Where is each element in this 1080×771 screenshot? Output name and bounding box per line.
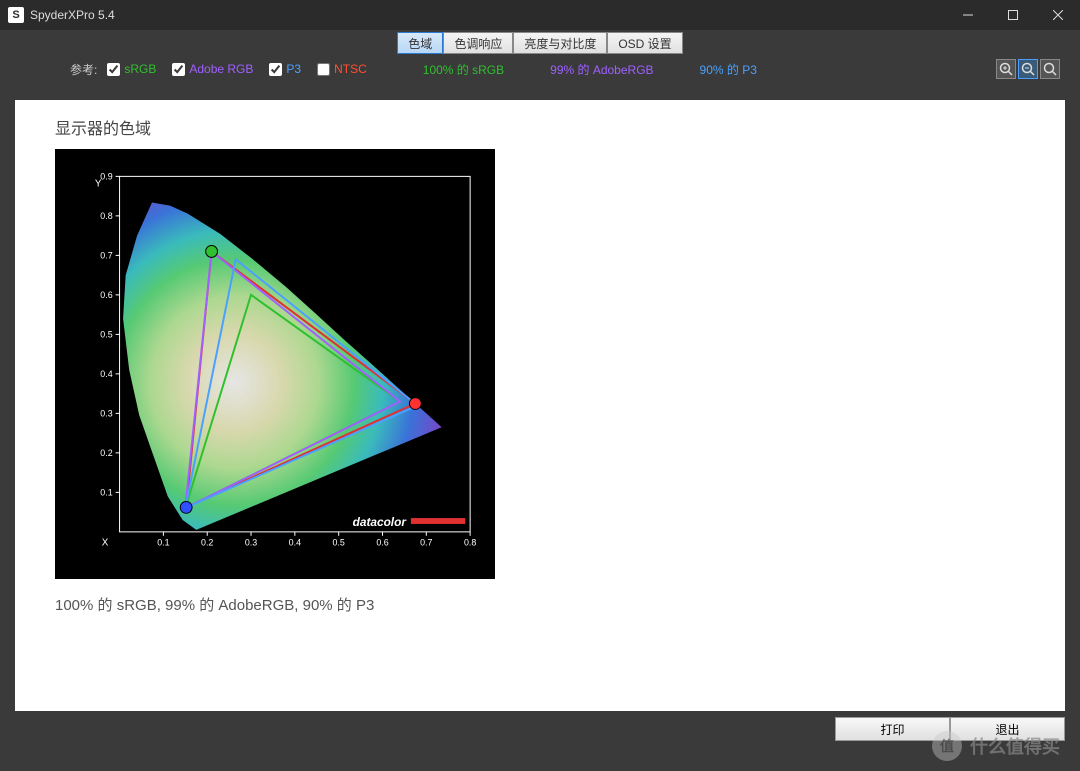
close-button[interactable] xyxy=(1035,0,1080,30)
watermark-badge-icon: 值 xyxy=(932,731,962,761)
title-bar: S SpyderXPro 5.4 xyxy=(0,0,1080,30)
svg-text:0.1: 0.1 xyxy=(157,538,169,548)
ref-p3[interactable]: P3 xyxy=(269,62,301,76)
ref-adobergb[interactable]: Adobe RGB xyxy=(172,62,253,76)
gamut-chart: 0.1 0.2 0.3 0.4 0.5 0.6 0.7 0.8 0.1 0.2 0.3 0.4 0.5 0… xyxy=(55,149,495,579)
ref-srgb-checkbox[interactable] xyxy=(107,63,120,76)
svg-text:0.3: 0.3 xyxy=(100,408,112,418)
reference-label: 参考: xyxy=(70,61,97,78)
svg-text:0.9: 0.9 xyxy=(100,171,112,181)
summary-line: 100% 的 sRGB, 99% 的 AdobeRGB, 90% 的 P3 xyxy=(55,594,1025,615)
stat-srgb: 100% 的 sRGB xyxy=(423,61,504,78)
svg-text:0.7: 0.7 xyxy=(420,538,432,548)
svg-text:0.6: 0.6 xyxy=(100,290,112,300)
ref-ntsc[interactable]: NTSC xyxy=(317,62,367,76)
svg-text:datacolor: datacolor xyxy=(353,515,408,529)
section-title: 显示器的色域 xyxy=(55,115,1025,139)
tab-osd-settings[interactable]: OSD 设置 xyxy=(607,32,682,54)
svg-text:0.5: 0.5 xyxy=(100,329,112,339)
minimize-icon xyxy=(963,10,973,20)
ref-adobergb-label: Adobe RGB xyxy=(189,62,253,76)
close-icon xyxy=(1053,10,1063,20)
zoom-fit-button[interactable] xyxy=(1040,59,1060,79)
svg-text:X: X xyxy=(102,538,109,549)
svg-text:0.4: 0.4 xyxy=(289,538,301,548)
tab-gamut[interactable]: 色域 xyxy=(397,32,443,54)
svg-text:0.3: 0.3 xyxy=(245,538,257,548)
svg-text:Y: Y xyxy=(95,178,102,189)
minimize-button[interactable] xyxy=(945,0,990,30)
svg-text:0.4: 0.4 xyxy=(100,369,112,379)
maximize-icon xyxy=(1008,10,1018,20)
ref-p3-checkbox[interactable] xyxy=(269,63,282,76)
svg-text:0.2: 0.2 xyxy=(100,448,112,458)
svg-text:0.2: 0.2 xyxy=(201,538,213,548)
window-title: SpyderXPro 5.4 xyxy=(30,8,115,22)
stat-adobergb: 99% 的 AdobeRGB xyxy=(550,61,653,78)
svg-text:0.7: 0.7 xyxy=(100,250,112,260)
zoom-out-icon xyxy=(1021,62,1035,76)
watermark: 值 什么值得买 xyxy=(932,731,1060,761)
maximize-button[interactable] xyxy=(990,0,1035,30)
svg-text:0.5: 0.5 xyxy=(332,538,344,548)
app-logo: S xyxy=(8,7,24,23)
svg-text:0.6: 0.6 xyxy=(376,538,388,548)
zoom-fit-icon xyxy=(1043,62,1057,76)
reference-row: 参考: sRGB Adobe RGB P3 NTSC 100% 的 sRGB 9… xyxy=(0,56,1080,82)
tab-bar: 色域 色调响应 亮度与对比度 OSD 设置 xyxy=(0,30,1080,56)
ref-p3-label: P3 xyxy=(286,62,301,76)
zoom-in-button[interactable] xyxy=(996,59,1016,79)
svg-text:0.8: 0.8 xyxy=(464,538,476,548)
ref-ntsc-checkbox[interactable] xyxy=(317,63,330,76)
ref-adobergb-checkbox[interactable] xyxy=(172,63,185,76)
zoom-out-button[interactable] xyxy=(1018,59,1038,79)
ref-srgb[interactable]: sRGB xyxy=(107,62,156,76)
zoom-in-icon xyxy=(999,62,1013,76)
gamut-chart-svg: 0.1 0.2 0.3 0.4 0.5 0.6 0.7 0.8 0.1 0.2 0.3 0.4 0.5 0… xyxy=(85,164,480,564)
tab-brightness-contrast[interactable]: 亮度与对比度 xyxy=(513,32,607,54)
tab-tone-response[interactable]: 色调响应 xyxy=(443,32,513,54)
watermark-text: 什么值得买 xyxy=(970,733,1060,759)
content-area[interactable]: 显示器的色域 0.1 0.2 0.3 0.4 0.5 0.6 0.7 0.8 0.1 0.2 0.3… xyxy=(15,100,1065,711)
ref-srgb-label: sRGB xyxy=(124,62,156,76)
ref-ntsc-label: NTSC xyxy=(334,62,367,76)
svg-text:0.8: 0.8 xyxy=(100,211,112,221)
stat-p3: 90% 的 P3 xyxy=(700,61,757,78)
svg-text:0.1: 0.1 xyxy=(100,487,112,497)
